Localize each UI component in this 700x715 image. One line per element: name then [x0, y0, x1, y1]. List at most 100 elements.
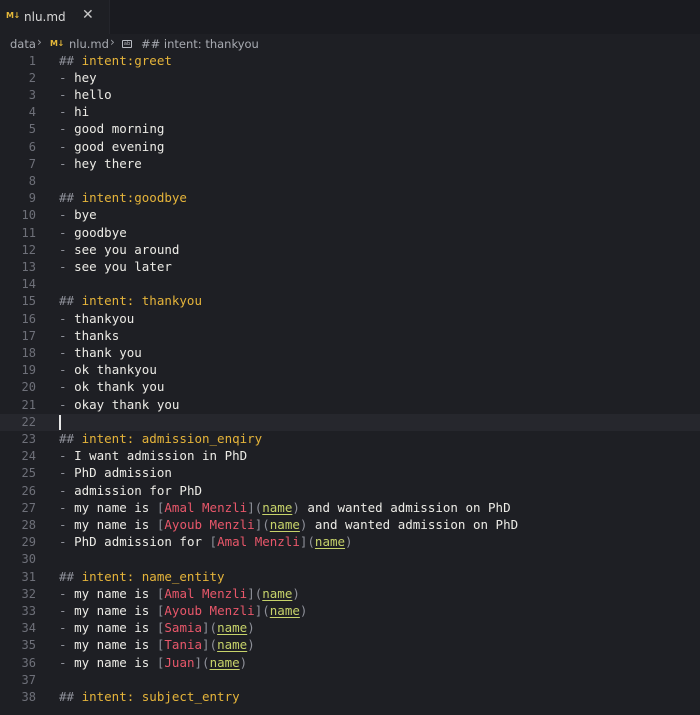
code-line[interactable]: 8 — [0, 173, 700, 190]
code-line[interactable]: 35 - my name is [Tania](name) — [0, 637, 700, 654]
code-line[interactable]: 23 ## intent: admission_enqiry — [0, 431, 700, 448]
code-line[interactable]: 28 - my name is [Ayoub Menzli](name) and … — [0, 517, 700, 534]
line-content: - my name is [Amal Menzli](name) — [59, 586, 300, 601]
close-icon[interactable]: ✕ — [82, 8, 94, 22]
code-line[interactable]: 29 - PhD admission for [Amal Menzli](name… — [0, 534, 700, 551]
code-line[interactable]: 36 - my name is [Juan](name) — [0, 655, 700, 672]
token-dash: - — [59, 465, 75, 481]
line-number: 23 — [21, 431, 36, 446]
line-content: - thankyou — [59, 311, 134, 326]
token-plain: hello — [74, 86, 112, 102]
token-plain: good morning — [74, 121, 165, 137]
section-symbol-icon: ab — [122, 40, 132, 48]
code-line[interactable]: 12 - see you around — [0, 242, 700, 259]
code-line[interactable]: 30 — [0, 551, 700, 568]
code-line[interactable]: 18 - thank you — [0, 345, 700, 362]
code-line[interactable]: 24 - I want admission in PhD — [0, 448, 700, 465]
code-line[interactable]: 15 ## intent: thankyou — [0, 293, 700, 310]
token-dash: - — [59, 448, 75, 464]
code-line[interactable]: 17 - thanks — [0, 328, 700, 345]
token-dash: - — [59, 585, 75, 601]
line-content: - see you later — [59, 259, 172, 274]
code-line[interactable]: 1 ## intent:greet — [0, 53, 700, 70]
code-line[interactable]: 2 - hey — [0, 70, 700, 87]
line-number: 32 — [21, 586, 36, 601]
code-line[interactable]: 33 - my name is [Ayoub Menzli](name) — [0, 603, 700, 620]
code-line[interactable]: 38 ## intent: subject_entry — [0, 689, 700, 706]
code-line[interactable]: 13 - see you later — [0, 259, 700, 276]
line-content: - good evening — [59, 139, 164, 154]
token-head: intent:goodbye — [81, 190, 187, 206]
token-plain: my name is — [74, 637, 157, 653]
breadcrumb-file[interactable]: nlu.md — [69, 37, 109, 51]
line-number: 10 — [21, 208, 36, 223]
line-content: - I want admission in PhD — [59, 448, 247, 463]
token-dash: - — [59, 86, 75, 102]
token-dash: - — [59, 654, 75, 670]
line-number: 17 — [21, 328, 36, 343]
code-line[interactable]: 5 - good morning — [0, 121, 700, 138]
tab-nlu-md[interactable]: M↓ nlu.md ✕ — [0, 0, 110, 34]
line-content: - bye — [59, 207, 97, 222]
chevron-right-icon: › — [110, 35, 115, 49]
line-content: ## intent: subject_entry — [59, 689, 240, 704]
code-line[interactable]: 6 - good evening — [0, 139, 700, 156]
code-line[interactable]: 14 — [0, 276, 700, 293]
token-head: intent:greet — [81, 52, 172, 68]
breadcrumb-folder[interactable]: data — [10, 37, 36, 51]
token-brk: ) — [247, 637, 255, 653]
line-number: 7 — [28, 156, 36, 171]
code-line[interactable]: 7 - hey there — [0, 156, 700, 173]
code-line[interactable]: 25 - PhD admission — [0, 465, 700, 482]
line-number: 1 — [28, 53, 36, 68]
line-content: - good morning — [59, 121, 164, 136]
token-plain: okay thank you — [74, 396, 180, 412]
token-ent: Amal Menzli — [217, 534, 300, 550]
code-line[interactable]: 21 - okay thank you — [0, 397, 700, 414]
line-number: 18 — [21, 345, 36, 360]
token-brk: ]( — [299, 534, 315, 550]
code-line[interactable]: 20 - ok thank you — [0, 379, 700, 396]
code-line[interactable]: 16 - thankyou — [0, 311, 700, 328]
token-dash: - — [59, 207, 75, 223]
line-number: 36 — [21, 655, 36, 670]
code-line[interactable]: 10 - bye — [0, 207, 700, 224]
token-plain: see you around — [74, 241, 180, 257]
code-line[interactable]: 11 - goodbye — [0, 225, 700, 242]
code-line[interactable]: 34 - my name is [Samia](name) — [0, 620, 700, 637]
code-line[interactable]: 26 - admission for PhD — [0, 483, 700, 500]
token-ent: Ayoub Menzli — [164, 516, 255, 532]
code-line[interactable]: 4 - hi — [0, 104, 700, 121]
token-dash: - — [59, 379, 75, 395]
breadcrumb-section[interactable]: ## intent: thankyou — [141, 37, 259, 51]
code-line[interactable]: 9 ## intent:goodbye — [0, 190, 700, 207]
line-number: 29 — [21, 535, 36, 550]
line-content: - admission for PhD — [59, 483, 202, 498]
token-dash: - — [59, 69, 75, 85]
line-number: 5 — [28, 122, 36, 137]
code-line[interactable]: 27 - my name is [Amal Menzli](name) and w… — [0, 500, 700, 517]
token-dash: - — [59, 327, 75, 343]
code-line[interactable]: 22 — [0, 413, 700, 431]
token-link: name — [209, 654, 240, 670]
line-content: ## intent: admission_enqiry — [59, 431, 262, 446]
code-line[interactable]: 19 - ok thankyou — [0, 362, 700, 379]
code-line[interactable]: 37 — [0, 672, 700, 689]
token-brk: ]( — [202, 637, 218, 653]
chevron-right-icon: › — [37, 35, 42, 49]
token-plain: and wanted admission on PhD — [307, 516, 519, 532]
line-number: 3 — [28, 87, 36, 102]
token-brk: ]( — [194, 654, 210, 670]
code-line[interactable]: 32 - my name is [Amal Menzli](name) — [0, 586, 700, 603]
token-head: intent: admission_enqiry — [81, 430, 263, 446]
line-number: 8 — [28, 173, 36, 188]
code-line[interactable]: 31 ## intent: name_entity — [0, 569, 700, 586]
code-editor[interactable]: 1 ## intent:greet 2 - hey 3 - hello 4 - hi 5 - go… — [0, 52, 700, 715]
token-dash: - — [59, 602, 75, 618]
token-brk: ]( — [254, 516, 270, 532]
tab-bar: M↓ nlu.md ✕ — [0, 0, 700, 34]
line-number: 35 — [21, 638, 36, 653]
token-ent: Ayoub Menzli — [164, 602, 255, 618]
line-number: 30 — [21, 552, 36, 567]
code-line[interactable]: 3 - hello — [0, 87, 700, 104]
